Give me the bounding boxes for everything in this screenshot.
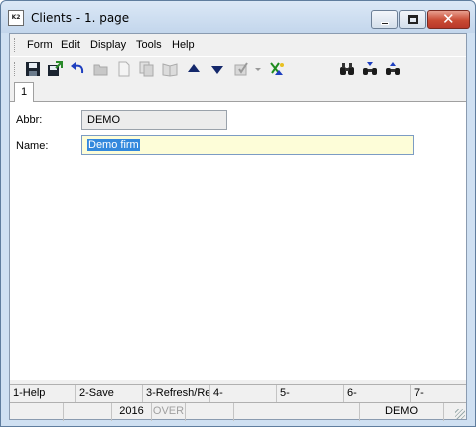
status-year: 2016: [112, 403, 152, 421]
arrow-down-icon[interactable]: [209, 61, 225, 77]
maximize-icon: [408, 15, 418, 24]
close-button[interactable]: ✕: [427, 10, 470, 29]
binoculars-icon[interactable]: [339, 61, 355, 77]
app-icon: K2: [8, 10, 24, 26]
status-cell-6: [234, 403, 360, 421]
fkey-5[interactable]: 5-: [277, 385, 344, 403]
maximize-button[interactable]: [399, 10, 426, 29]
menu-display[interactable]: Display: [90, 39, 126, 51]
dropdown-arrow-icon: [253, 61, 263, 77]
toolbar: [10, 56, 466, 80]
fkey-3[interactable]: 3-Refresh/Re: [143, 385, 210, 403]
status-cell-2: [64, 403, 112, 421]
status-cell-1: [10, 403, 64, 421]
find-prev-icon[interactable]: [385, 61, 401, 77]
checklist-icon: [233, 61, 249, 77]
title-bar[interactable]: K2 Clients - 1. page ✕: [1, 1, 475, 33]
save-icon[interactable]: [25, 61, 41, 77]
name-label: Name:: [16, 140, 49, 152]
new-document-icon: [116, 61, 132, 77]
menu-grip: [14, 38, 17, 52]
status-bar: 2016 OVER DEMO: [10, 402, 466, 421]
menu-bar: Form Edit Display Tools Help: [10, 34, 466, 56]
fkey-1[interactable]: 1-Help: [10, 385, 76, 403]
clients-window: K2 Clients - 1. page ✕ Form Edit Display…: [0, 0, 476, 427]
fkey-2[interactable]: 2-Save: [76, 385, 143, 403]
client-area: Form Edit Display Tools Help 1 Abbr: DEM…: [9, 33, 467, 421]
menu-form[interactable]: Form: [27, 39, 53, 51]
find-next-icon[interactable]: [362, 61, 378, 77]
fkey-6[interactable]: 6-: [344, 385, 411, 403]
name-field-selected-text: Demo firm: [87, 139, 140, 151]
menu-edit[interactable]: Edit: [61, 39, 80, 51]
confirm-icon[interactable]: [269, 61, 285, 77]
minimize-button[interactable]: [371, 10, 398, 29]
copy-icon: [139, 61, 155, 77]
undo-icon[interactable]: [70, 61, 86, 77]
function-key-bar: 1-Help 2-Save 3-Refresh/Re 4- 5- 6- 7-: [10, 384, 466, 403]
status-cell-5: [186, 403, 234, 421]
abbr-label: Abbr:: [16, 114, 43, 126]
menu-tools[interactable]: Tools: [136, 39, 162, 51]
status-company: DEMO: [360, 403, 444, 421]
fkey-4[interactable]: 4-: [210, 385, 277, 403]
tab-strip: 1: [10, 82, 466, 103]
form-area: Abbr: DEMO Name: Demo firm: [10, 102, 466, 380]
name-field[interactable]: Demo firm: [81, 135, 414, 155]
abbr-field[interactable]: DEMO: [81, 110, 227, 130]
window-title: Clients - 1. page: [31, 11, 130, 25]
minimize-icon: [381, 22, 389, 25]
status-overwrite-mode: OVER: [152, 403, 186, 421]
resize-grip-icon[interactable]: [455, 409, 465, 419]
toolbar-grip: [14, 62, 17, 76]
tab-page-1[interactable]: 1: [14, 82, 34, 103]
open-folder-icon: [93, 61, 109, 77]
menu-help[interactable]: Help: [172, 39, 195, 51]
save-exit-icon[interactable]: [47, 61, 63, 77]
fkey-7[interactable]: 7-: [411, 385, 466, 403]
close-icon: ✕: [442, 10, 455, 28]
arrow-up-icon[interactable]: [186, 61, 202, 77]
book-icon: [162, 61, 178, 77]
